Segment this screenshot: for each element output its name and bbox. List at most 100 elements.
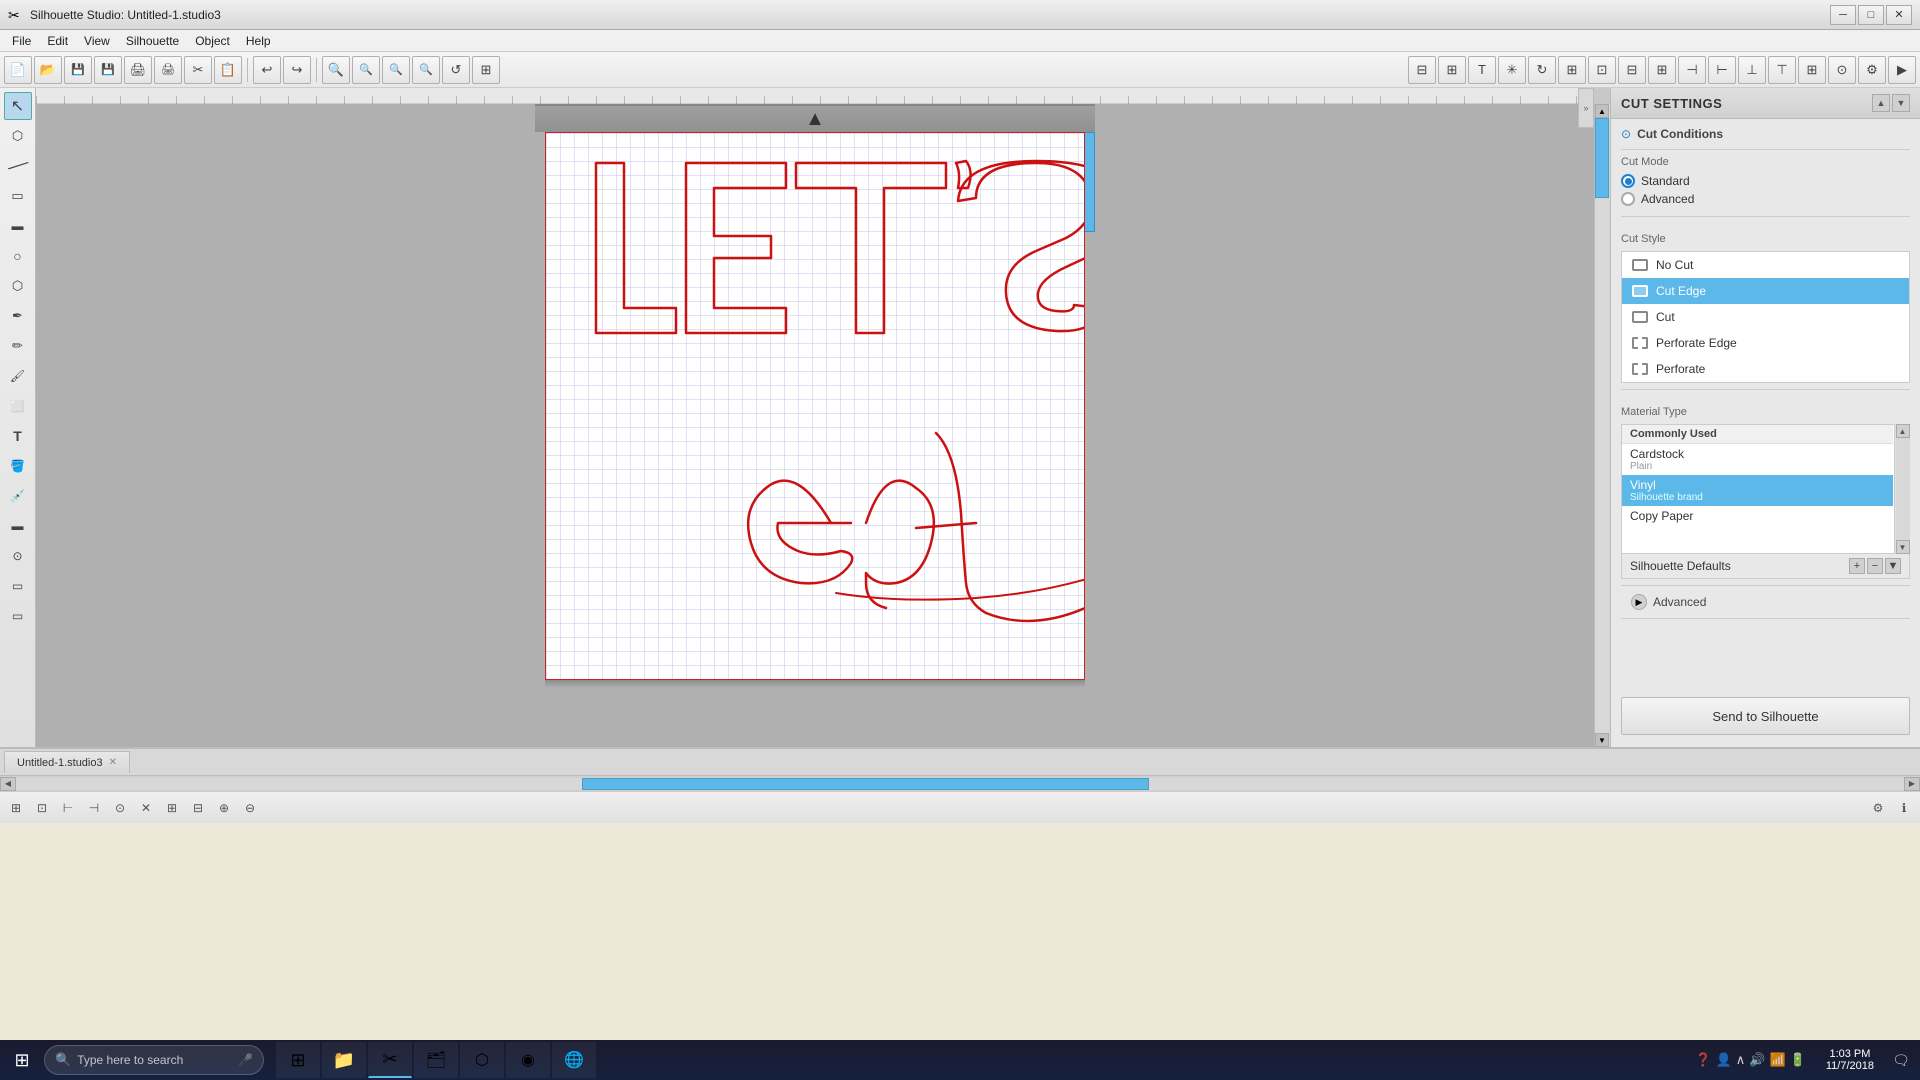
zoom-in-button[interactable]: 🔍 <box>382 56 410 84</box>
tool-rect[interactable]: ▭ <box>4 182 32 210</box>
menu-view[interactable]: View <box>76 32 118 50</box>
taskbar-app-explorer[interactable]: 📁 <box>322 1042 366 1078</box>
tab-untitled[interactable]: Untitled-1.studio3 ✕ <box>4 751 130 773</box>
tray-arrow-icon[interactable]: ∧ <box>1736 1052 1746 1068</box>
tool-btn6[interactable]: ⊟ <box>1618 56 1646 84</box>
system-clock[interactable]: 1:03 PM 11/7/2018 <box>1818 1048 1882 1072</box>
tool-btn12[interactable]: ⊞ <box>1798 56 1826 84</box>
settings-icon-btn[interactable]: ⚙ <box>1866 796 1890 820</box>
taskbar-app-taskview[interactable]: ⊞ <box>276 1042 320 1078</box>
tool-pencil[interactable]: ✏ <box>4 332 32 360</box>
send-to-silhouette-button[interactable]: Send to Silhouette <box>1621 697 1910 735</box>
tool-rounded-rect[interactable]: ▬ <box>4 212 32 240</box>
radio-standard-row[interactable]: Standard <box>1621 174 1910 188</box>
advanced-section[interactable]: ▶ Advanced <box>1621 586 1910 618</box>
copy-button[interactable]: 📋 <box>214 56 242 84</box>
tool-btn10[interactable]: ⊥ <box>1738 56 1766 84</box>
tool-btn9[interactable]: ⊢ <box>1708 56 1736 84</box>
tool-btn7[interactable]: ⊞ <box>1648 56 1676 84</box>
tool-eraser[interactable]: ⬜ <box>4 392 32 420</box>
tray-network-icon[interactable]: 📶 <box>1770 1052 1786 1068</box>
zoom-out-button[interactable]: 🔍 <box>352 56 380 84</box>
tool-btn4[interactable]: ⊞ <box>1558 56 1586 84</box>
tool-line[interactable]: ╱ <box>0 146 37 186</box>
tool-select[interactable]: ↖ <box>4 92 32 120</box>
cut-conditions-header[interactable]: ⊙ Cut Conditions <box>1621 127 1910 141</box>
taskbar-app-excel[interactable]: 🗂 <box>414 1042 458 1078</box>
material-scroll-down[interactable]: ▼ <box>1896 540 1910 554</box>
align-btn2[interactable]: ⊞ <box>1438 56 1466 84</box>
bottom-btn-7[interactable]: ⊞ <box>160 796 184 820</box>
tool-panel4[interactable]: ▭ <box>4 602 32 630</box>
tray-sound-icon[interactable]: 🔊 <box>1749 1052 1765 1068</box>
info-icon-btn[interactable]: ℹ <box>1892 796 1916 820</box>
start-button[interactable]: ⊞ <box>4 1042 40 1078</box>
print-button[interactable]: 🖨 <box>124 56 152 84</box>
bottom-btn-2[interactable]: ⊡ <box>30 796 54 820</box>
print2-button[interactable]: 🖨 <box>154 56 182 84</box>
hscroll-right[interactable]: ▶ <box>1904 777 1920 791</box>
search-bar[interactable]: 🔍 Type here to search 🎤 <box>44 1045 264 1075</box>
hscroll-left[interactable]: ◀ <box>0 777 16 791</box>
notification-button[interactable]: 🗨 <box>1886 1045 1916 1075</box>
tray-user-icon[interactable]: 👤 <box>1716 1052 1732 1068</box>
canvas-content[interactable]: ▲ <box>36 104 1594 747</box>
minimize-button[interactable]: ─ <box>1830 5 1856 25</box>
tool-btn3[interactable]: ↻ <box>1528 56 1556 84</box>
cut-style-cut[interactable]: Cut <box>1622 304 1909 330</box>
tool-polygon[interactable]: ⬡ <box>4 272 32 300</box>
tool-brush[interactable]: 🖌 <box>4 362 32 390</box>
panel-collapse-btn[interactable]: » <box>1578 88 1594 128</box>
taskbar-app-silhouette[interactable]: ✂ <box>368 1042 412 1078</box>
maximize-button[interactable]: □ <box>1858 5 1884 25</box>
menu-help[interactable]: Help <box>238 32 279 50</box>
material-scroll-up[interactable]: ▲ <box>1896 424 1910 438</box>
tool-btn8[interactable]: ⊣ <box>1678 56 1706 84</box>
tool-eyedropper[interactable]: 💉 <box>4 482 32 510</box>
tool-text[interactable]: T <box>4 422 32 450</box>
settings-btn[interactable]: ⚙ <box>1858 56 1886 84</box>
save-as-button[interactable]: 💾 <box>94 56 122 84</box>
menu-edit[interactable]: Edit <box>39 32 76 50</box>
cut-style-no-cut[interactable]: No Cut <box>1622 252 1909 278</box>
tray-help-icon[interactable]: ❓ <box>1695 1052 1711 1068</box>
material-add-btn[interactable]: + <box>1849 558 1865 574</box>
tool-pen[interactable]: ✒ <box>4 302 32 330</box>
tool-panel3[interactable]: ▭ <box>4 572 32 600</box>
tool-btn11[interactable]: ⊤ <box>1768 56 1796 84</box>
bottom-btn-5[interactable]: ⊙ <box>108 796 132 820</box>
redo-button[interactable]: ↪ <box>283 56 311 84</box>
tool-btn5[interactable]: ⊡ <box>1588 56 1616 84</box>
bottom-btn-9[interactable]: ⊕ <box>212 796 236 820</box>
save-button[interactable]: 💾 <box>64 56 92 84</box>
bottom-btn-8[interactable]: ⊟ <box>186 796 210 820</box>
radio-advanced-circle[interactable] <box>1621 192 1635 206</box>
grid-button[interactable]: ⊞ <box>472 56 500 84</box>
tool-btn13[interactable]: ⊙ <box>1828 56 1856 84</box>
bottom-btn-6[interactable]: ✕ <box>134 796 158 820</box>
material-copy-paper[interactable]: Copy Paper <box>1622 506 1893 526</box>
align-left-btn[interactable]: ⊟ <box>1408 56 1436 84</box>
menu-silhouette[interactable]: Silhouette <box>118 32 187 50</box>
material-scrollbar[interactable]: ▲ ▼ <box>1894 424 1910 554</box>
radio-standard-circle[interactable] <box>1621 174 1635 188</box>
menu-file[interactable]: File <box>4 32 39 50</box>
bottom-btn-10[interactable]: ⊖ <box>238 796 262 820</box>
more-btn[interactable]: ▶ <box>1888 56 1916 84</box>
cut-button[interactable]: ✂ <box>184 56 212 84</box>
rotate-button[interactable]: ↺ <box>442 56 470 84</box>
tool-paint[interactable]: 🪣 <box>4 452 32 480</box>
bottom-btn-1[interactable]: ⊞ <box>4 796 28 820</box>
tool-ellipse[interactable]: ○ <box>4 242 32 270</box>
material-remove-btn[interactable]: − <box>1867 558 1883 574</box>
hscroll-track[interactable] <box>16 778 1904 790</box>
tool-btn2[interactable]: ✳ <box>1498 56 1526 84</box>
tab-close-icon[interactable]: ✕ <box>109 757 117 768</box>
cut-style-perforate-edge[interactable]: Perforate Edge <box>1622 330 1909 356</box>
zoom-fit-button[interactable]: 🔍 <box>322 56 350 84</box>
undo-button[interactable]: ↩ <box>253 56 281 84</box>
text-btn[interactable]: T <box>1468 56 1496 84</box>
bottom-btn-4[interactable]: ⊣ <box>82 796 106 820</box>
microphone-icon[interactable]: 🎤 <box>238 1053 253 1067</box>
material-more-btn[interactable]: ▼ <box>1885 558 1901 574</box>
